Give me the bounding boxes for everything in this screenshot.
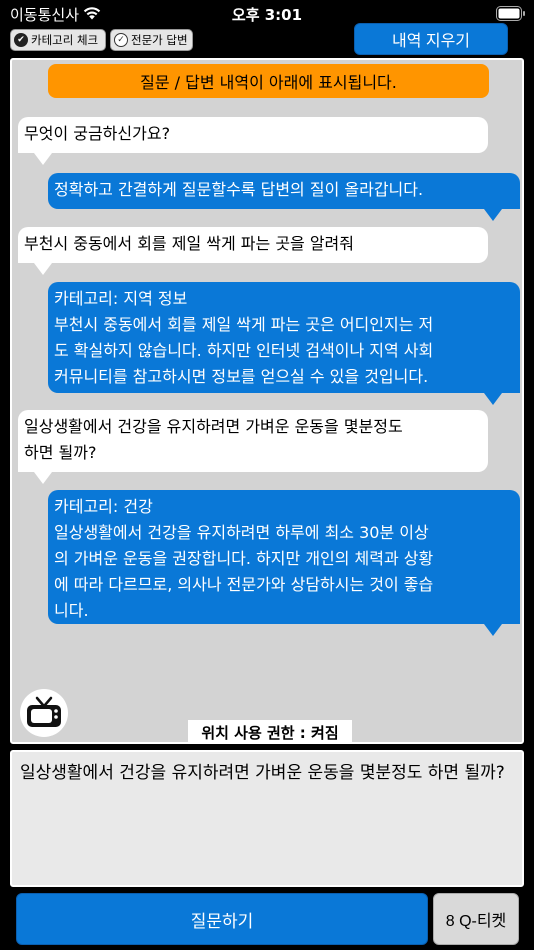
battery-icon: [496, 6, 525, 21]
clear-history-button[interactable]: 내역 지우기: [354, 23, 508, 55]
user-bubble-tail: [34, 153, 52, 165]
user-bubble-tail: [34, 472, 52, 484]
history-banner: 질문 / 답변 내역이 아래에 표시됩니다.: [48, 64, 489, 98]
category-check-label: 카테고리 체크: [31, 33, 99, 47]
chat-history-panel[interactable]: 질문 / 답변 내역이 아래에 표시됩니다. 무엇이 궁금하신가요? 정확하고 …: [10, 58, 524, 744]
bot-bubble-tail: [484, 393, 502, 405]
checkmark-icon: ✔: [14, 33, 28, 47]
user-message: 일상생활에서 건강을 유지하려면 가벼운 운동을 몇분정도 하면 될까?: [18, 410, 488, 472]
expert-answer-toggle[interactable]: ✓ 전문가 답변: [110, 29, 193, 51]
bot-bubble-tail: [484, 209, 502, 221]
clock-time: 오후 3:01: [231, 6, 303, 24]
bot-message: 카테고리: 지역 정보 부천시 중동에서 회를 제일 싹게 파는 곳은 어디인지…: [48, 282, 520, 393]
question-input[interactable]: 일상생활에서 건강을 유지하려면 가벼운 운동을 몇분정도 하면 될까?: [10, 750, 524, 887]
checkmark-outline-icon: ✓: [114, 33, 128, 47]
q-ticket-button[interactable]: 8 Q-티켓: [433, 893, 519, 945]
location-permission-label: 위치 사용 권한 : 켜짐: [188, 720, 352, 744]
user-message: 부천시 중동에서 회를 제일 싹게 파는 곳을 알려줘: [18, 227, 488, 263]
category-check-toggle[interactable]: ✔ 카테고리 체크: [10, 29, 106, 51]
expert-answer-label: 전문가 답변: [131, 33, 188, 47]
tv-icon[interactable]: [20, 689, 68, 737]
user-message: 무엇이 궁금하신가요?: [18, 117, 488, 153]
bot-message: 정확하고 간결하게 질문할수록 답변의 질이 올라갑니다.: [48, 173, 520, 209]
bot-bubble-tail: [484, 624, 502, 636]
bot-message: 카테고리: 건강 일상생활에서 건강을 유지하려면 하루에 최소 30분 이상 …: [48, 490, 520, 624]
ask-question-button[interactable]: 질문하기: [16, 893, 428, 945]
user-bubble-tail: [34, 263, 52, 275]
